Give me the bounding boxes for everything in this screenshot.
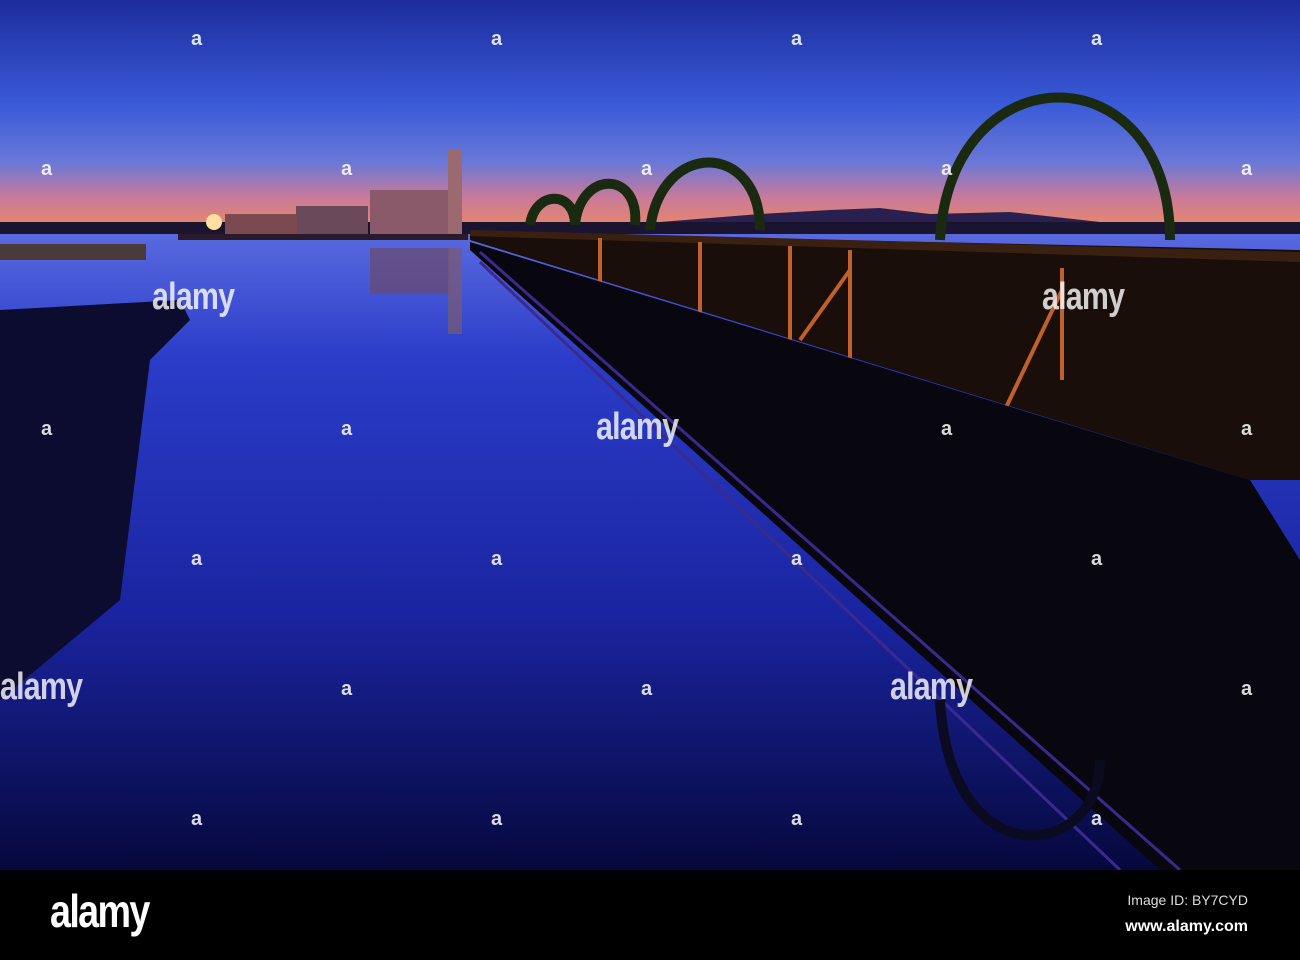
footer-bar: alamy Image ID: BY7CYD www.alamy.com: [0, 870, 1300, 960]
watermark-mark: a: [1241, 418, 1253, 440]
watermark-mark: a: [791, 548, 803, 570]
watermark-text: alamy: [596, 406, 679, 448]
watermark-mark: a: [41, 158, 53, 180]
alamy-logo: alamy: [50, 885, 150, 937]
watermark-mark: a: [641, 158, 653, 180]
watermark-mark: a: [491, 548, 503, 570]
watermark-mark: a: [341, 158, 353, 180]
watermark-text: alamy: [152, 276, 235, 318]
watermark-mark: a: [1241, 158, 1253, 180]
watermark-mark: a: [1091, 28, 1103, 50]
watermark-mark: a: [491, 808, 503, 830]
watermark-mark: a: [341, 418, 353, 440]
watermark-mark: a: [941, 158, 953, 180]
watermark-mark: a: [191, 808, 203, 830]
photo-stage: a a a a a a a a a alamy alamy a a alamy …: [0, 0, 1300, 960]
watermark-mark: a: [191, 28, 203, 50]
watermark-mark: a: [791, 808, 803, 830]
watermark-mark: a: [491, 28, 503, 50]
watermark-mark: a: [191, 548, 203, 570]
watermark-mark: a: [41, 418, 53, 440]
image-id: Image ID: BY7CYD: [1127, 892, 1248, 908]
site-url: www.alamy.com: [1125, 918, 1248, 935]
watermark-mark: a: [1091, 548, 1103, 570]
watermark-text: alamy: [890, 666, 973, 708]
watermark-mark: a: [791, 28, 803, 50]
watermark-text: alamy: [1042, 276, 1125, 318]
watermark-mark: a: [941, 418, 953, 440]
watermark-mark: a: [1241, 678, 1253, 700]
watermark-mark: a: [641, 678, 653, 700]
watermark-mark: a: [1091, 808, 1103, 830]
watermark-text: alamy: [0, 666, 83, 708]
watermark-mark: a: [341, 678, 353, 700]
